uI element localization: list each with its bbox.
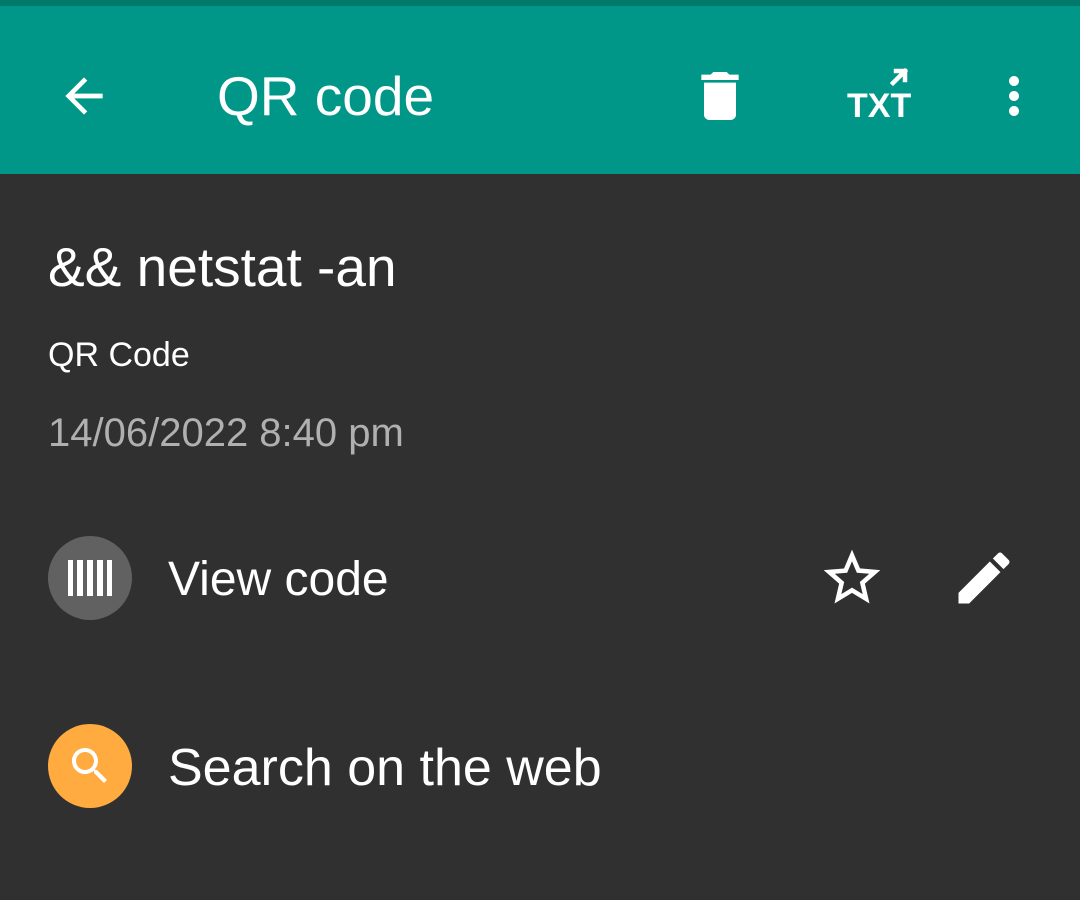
barcode-format: QR Code [48, 336, 190, 374]
view-code-row[interactable]: View code [0, 522, 1080, 632]
txt-export-label: TXT [847, 87, 911, 125]
arrow-left-icon [65, 77, 103, 115]
more-vert-icon [1009, 76, 1019, 116]
view-code-icon-circle [48, 536, 132, 620]
app-bar-title: QR code [217, 65, 435, 127]
delete-button[interactable] [680, 56, 760, 136]
app-bar: QR code TXT [0, 6, 1080, 174]
view-code-label: View code [168, 553, 389, 606]
trash-icon [701, 72, 739, 120]
search-icon [72, 748, 107, 783]
scan-date: 14/06/2022 8:40 pm [48, 411, 404, 455]
search-web-row[interactable]: Search on the web [0, 710, 1080, 820]
back-button[interactable] [44, 56, 124, 136]
export-txt-button[interactable]: TXT [830, 56, 920, 136]
txt-export-icon: TXT [847, 67, 911, 125]
pencil-icon [958, 552, 1010, 604]
search-web-label: Search on the web [168, 739, 602, 797]
search-web-icon-circle [48, 724, 132, 808]
favorite-button[interactable] [812, 538, 892, 618]
star-outline-icon [823, 549, 881, 604]
edit-button[interactable] [944, 538, 1024, 618]
barcode-icon [68, 560, 112, 596]
more-options-button[interactable] [974, 56, 1054, 136]
barcode-text: && netstat -an [48, 236, 397, 298]
